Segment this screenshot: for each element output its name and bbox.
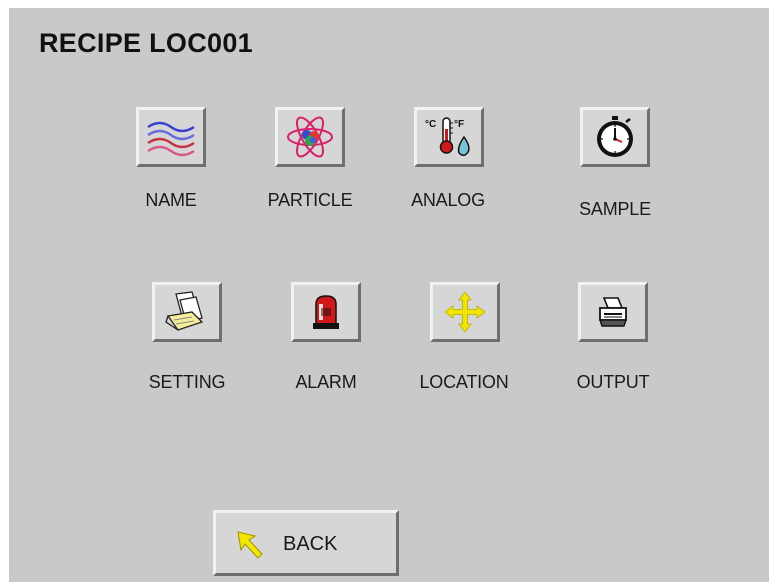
atom-icon [285, 115, 335, 159]
thermometer-droplet-icon: °C °F [424, 115, 474, 159]
move-arrows-icon [440, 290, 490, 334]
location-button[interactable] [430, 282, 500, 342]
alarm-beacon-icon [301, 290, 351, 334]
page-title: RECIPE LOC001 [39, 28, 253, 58]
alarm-button[interactable] [291, 282, 361, 342]
analog-button[interactable]: °C °F [414, 107, 484, 167]
waves-icon [146, 115, 196, 159]
analog-label: ANALOG [411, 190, 485, 210]
particle-button[interactable] [275, 107, 345, 167]
back-label: BACK [283, 533, 338, 555]
output-label: OUTPUT [576, 372, 650, 392]
stopwatch-icon [590, 115, 640, 159]
back-button[interactable]: BACK [213, 510, 399, 576]
printer-icon [588, 290, 638, 334]
papers-icon [162, 290, 212, 334]
location-label: LOCATION [419, 372, 509, 392]
recipe-screen: RECIPE LOC001 °C °F NAME PARTICLE ANALOG… [9, 8, 769, 582]
output-button[interactable] [578, 282, 648, 342]
svg-text:°F: °F [454, 119, 464, 130]
setting-button[interactable] [152, 282, 222, 342]
sample-button[interactable] [580, 107, 650, 167]
setting-label: SETTING [148, 372, 226, 392]
back-arrow-icon [233, 527, 267, 561]
alarm-label: ALARM [295, 372, 357, 392]
name-label: NAME [145, 190, 197, 210]
particle-label: PARTICLE [267, 190, 353, 210]
svg-text:°C: °C [425, 119, 436, 130]
sample-label: SAMPLE [579, 199, 651, 219]
name-button[interactable] [136, 107, 206, 167]
